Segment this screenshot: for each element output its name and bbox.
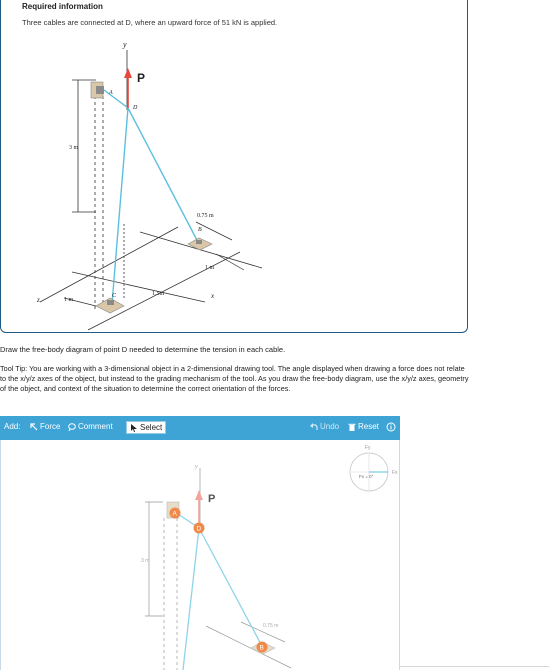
- problem-figure: y P A D 3 m 0.75 m B 1 m C 1.5m 1 m z x: [36, 40, 263, 331]
- force-p-arrowhead: [124, 68, 132, 78]
- canvas-figure: Fy Fx Fx = 0° A D B y P 3 m 0.75 m: [141, 445, 398, 670]
- comment-icon: [68, 422, 76, 431]
- dim-c-x-label: 1.5m: [152, 291, 165, 297]
- force-arrow-icon: [30, 422, 38, 430]
- canvas-point-a-label: A: [173, 511, 178, 518]
- divider: [400, 666, 549, 667]
- dim-c-z-label: 1 m: [64, 297, 74, 303]
- force-label: Force: [40, 422, 61, 431]
- select-tool-button[interactable]: Select: [126, 421, 167, 434]
- compass-fx-label: Fx: [392, 470, 398, 476]
- canvas-point-b[interactable]: B: [256, 641, 268, 653]
- canvas-force-p-arrowhead: [195, 490, 203, 500]
- cables: [103, 89, 200, 305]
- point-a-label: A: [108, 90, 113, 96]
- undo-label: Undo: [320, 422, 340, 431]
- info-icon: [386, 422, 396, 432]
- undo-icon: [310, 422, 318, 430]
- reset-button[interactable]: Reset: [348, 422, 379, 431]
- add-label: Add:: [4, 422, 21, 431]
- canvas-point-a[interactable]: A: [169, 507, 181, 519]
- compass-fy-label: Fy: [365, 445, 371, 451]
- pointer-icon: [131, 423, 137, 432]
- canvas-cables: [174, 511, 264, 670]
- select-label: Select: [140, 423, 163, 432]
- angle-compass: Fy Fx Fx = 0°: [349, 445, 398, 492]
- axis-x-label: x: [210, 292, 215, 300]
- canvas-force-p-label: P: [208, 493, 215, 505]
- axis-z-label: z: [36, 296, 40, 304]
- comment-label: Comment: [78, 422, 113, 431]
- dim-ab-label: 0.75 m: [197, 213, 214, 219]
- compass-readout: Fx = 0°: [359, 474, 374, 479]
- canvas-axis-y-label: y: [194, 464, 198, 470]
- add-comment-button[interactable]: Comment: [68, 422, 113, 431]
- dim-height-label: 3 m: [69, 145, 79, 151]
- info-button[interactable]: [386, 422, 396, 432]
- instructions: Draw the free-body diagram of point D ne…: [0, 345, 286, 354]
- trash-icon: [348, 423, 356, 431]
- dim-b-x-label: 1 m: [205, 265, 215, 271]
- reset-label: Reset: [358, 422, 379, 431]
- axis-y-label: y: [122, 40, 127, 49]
- anchor-c: [95, 297, 125, 314]
- point-d-label: D: [132, 105, 138, 111]
- canvas-point-b-label: B: [260, 645, 264, 652]
- canvas-dim-height-label: 3 m: [141, 558, 149, 564]
- undo-button[interactable]: Undo: [310, 422, 339, 431]
- point-b-label: B: [198, 227, 202, 233]
- canvas-dim-ab-label: 0.75 m: [263, 623, 278, 629]
- drawing-canvas[interactable]: Fy Fx Fx = 0° A D B y P 3 m 0.75 m: [0, 440, 400, 670]
- point-c-label: C: [112, 293, 117, 299]
- canvas-point-d-label: D: [197, 526, 202, 533]
- drawing-toolbar: Add: Force Comment Select Undo Reset: [0, 416, 400, 440]
- force-p-label: P: [137, 71, 145, 85]
- canvas-point-d[interactable]: D: [193, 522, 205, 534]
- tool-tip: Tool Tip: You are working with a 3-dimen…: [0, 364, 469, 393]
- anchor-a: [90, 81, 104, 99]
- add-force-button[interactable]: Force: [30, 422, 60, 431]
- anchor-b: [187, 237, 213, 251]
